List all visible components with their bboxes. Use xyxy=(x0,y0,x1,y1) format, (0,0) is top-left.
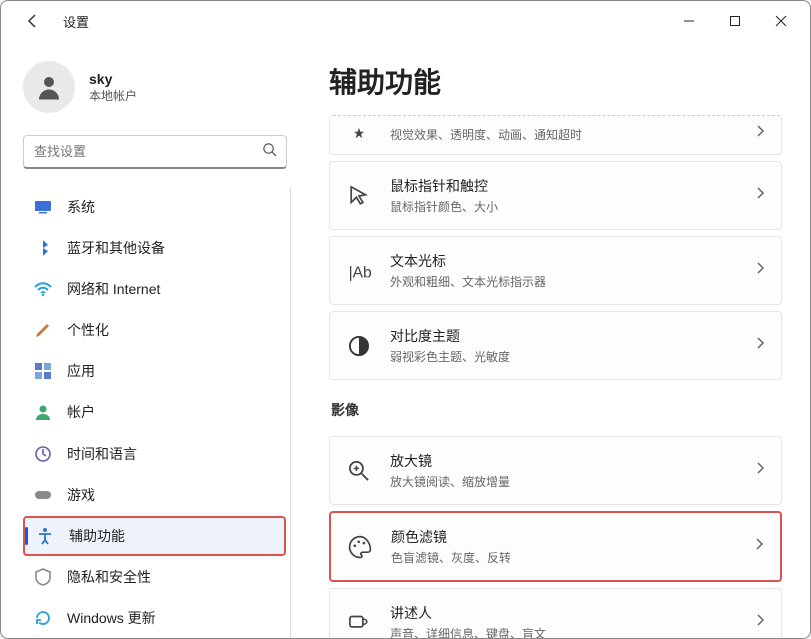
minimize-button[interactable] xyxy=(666,5,712,37)
user-subtitle: 本地帐户 xyxy=(89,87,137,104)
sidebar-item-label: 系统 xyxy=(67,197,95,217)
titlebar: 设置 xyxy=(1,1,810,41)
card-sub: 色盲滤镜、灰度、反转 xyxy=(391,549,754,566)
chevron-right-icon xyxy=(755,261,765,280)
card-text-cursor[interactable]: |Ab 文本光标 外观和粗细、文本光标指示器 xyxy=(329,236,782,305)
sidebar-item-label: 游戏 xyxy=(67,485,95,505)
user-block[interactable]: sky 本地帐户 xyxy=(23,53,291,129)
sidebar: sky 本地帐户 系统 蓝牙和其他设备 xyxy=(1,41,301,638)
card-title: 对比度主题 xyxy=(390,326,755,346)
narrator-icon xyxy=(346,610,372,636)
update-icon xyxy=(33,608,53,628)
clock-globe-icon xyxy=(33,444,53,464)
sidebar-item-gaming[interactable]: 游戏 xyxy=(23,475,286,514)
close-icon xyxy=(775,15,787,27)
card-title: 颜色滤镜 xyxy=(391,527,754,547)
avatar xyxy=(23,61,75,113)
close-button[interactable] xyxy=(758,5,804,37)
sidebar-item-label: 个性化 xyxy=(67,320,109,340)
chevron-right-icon xyxy=(755,336,765,355)
sidebar-item-network[interactable]: 网络和 Internet xyxy=(23,269,286,308)
palette-icon xyxy=(347,534,373,560)
user-name: sky xyxy=(89,71,137,87)
card-sub: 声音、详细信息、键盘、盲文 xyxy=(390,625,755,638)
wifi-icon xyxy=(33,279,53,299)
card-contrast-themes[interactable]: 对比度主题 弱视彩色主题、光敏度 xyxy=(329,311,782,380)
main-content: 辅助功能 视觉效果、透明度、动画、通知超时 鼠标指针和触控 鼠标指针颜色、大小 xyxy=(301,41,810,638)
window-title: 设置 xyxy=(63,12,89,31)
card-sub: 视觉效果、透明度、动画、通知超时 xyxy=(390,126,755,143)
card-visual-effects-partial[interactable]: 视觉效果、透明度、动画、通知超时 xyxy=(329,115,782,155)
text-cursor-icon: |Ab xyxy=(346,258,372,284)
card-color-filters[interactable]: 颜色滤镜 色盲滤镜、灰度、反转 xyxy=(329,511,782,582)
sidebar-item-privacy[interactable]: 隐私和安全性 xyxy=(23,558,286,597)
mouse-pointer-icon xyxy=(346,183,372,209)
card-title: 讲述人 xyxy=(390,603,755,623)
sidebar-item-windows-update[interactable]: Windows 更新 xyxy=(23,599,286,638)
minimize-icon xyxy=(683,15,695,27)
sidebar-item-accounts[interactable]: 帐户 xyxy=(23,393,286,432)
maximize-icon xyxy=(729,15,741,27)
section-video: 影像 xyxy=(331,400,782,420)
sidebar-item-label: 辅助功能 xyxy=(69,526,125,546)
sidebar-item-bluetooth[interactable]: 蓝牙和其他设备 xyxy=(23,228,286,267)
back-arrow-icon xyxy=(25,13,41,29)
effects-icon xyxy=(346,120,372,146)
sidebar-item-label: 应用 xyxy=(67,361,95,381)
chevron-right-icon xyxy=(754,537,764,556)
card-title: 鼠标指针和触控 xyxy=(390,176,755,196)
card-narrator[interactable]: 讲述人 声音、详细信息、键盘、盲文 xyxy=(329,588,782,638)
apps-icon xyxy=(33,361,53,381)
card-title: 文本光标 xyxy=(390,251,755,271)
bluetooth-icon xyxy=(33,238,53,258)
sidebar-item-label: 隐私和安全性 xyxy=(67,567,151,587)
card-sub: 放大镜阅读、缩放增量 xyxy=(390,473,755,490)
card-sub: 弱视彩色主题、光敏度 xyxy=(390,348,755,365)
sidebar-item-system[interactable]: 系统 xyxy=(23,187,286,226)
search-input[interactable] xyxy=(23,135,287,169)
contrast-icon xyxy=(346,333,372,359)
card-sub: 外观和粗细、文本光标指示器 xyxy=(390,273,755,290)
card-sub: 鼠标指针颜色、大小 xyxy=(390,198,755,215)
chevron-right-icon xyxy=(755,124,765,143)
chevron-right-icon xyxy=(755,461,765,480)
nav: 系统 蓝牙和其他设备 网络和 Internet 个性化 应用 xyxy=(23,187,291,638)
page-title: 辅助功能 xyxy=(329,61,782,101)
sidebar-item-label: 帐户 xyxy=(67,402,95,422)
card-title: 放大镜 xyxy=(390,451,755,471)
sidebar-item-label: Windows 更新 xyxy=(67,608,156,628)
magnifier-icon xyxy=(346,458,372,484)
brush-icon xyxy=(33,320,53,340)
sidebar-item-label: 蓝牙和其他设备 xyxy=(67,238,165,258)
maximize-button[interactable] xyxy=(712,5,758,37)
chevron-right-icon xyxy=(755,613,765,632)
sidebar-item-time-language[interactable]: 时间和语言 xyxy=(23,434,286,473)
account-icon xyxy=(33,402,53,422)
card-magnifier[interactable]: 放大镜 放大镜阅读、缩放增量 xyxy=(329,436,782,505)
sidebar-item-personalization[interactable]: 个性化 xyxy=(23,311,286,350)
back-button[interactable] xyxy=(21,9,45,33)
card-mouse-pointer[interactable]: 鼠标指针和触控 鼠标指针颜色、大小 xyxy=(329,161,782,230)
sidebar-item-accessibility[interactable]: 辅助功能 xyxy=(23,516,286,555)
search-box xyxy=(23,135,287,169)
svg-text:|Ab: |Ab xyxy=(349,264,372,281)
chevron-right-icon xyxy=(755,186,765,205)
sidebar-item-label: 时间和语言 xyxy=(67,444,137,464)
gaming-icon xyxy=(33,485,53,505)
user-icon xyxy=(34,72,64,102)
search-icon xyxy=(262,142,277,162)
shield-icon xyxy=(33,567,53,587)
sidebar-item-apps[interactable]: 应用 xyxy=(23,352,286,391)
accessibility-icon xyxy=(35,526,55,546)
system-icon xyxy=(33,197,53,217)
sidebar-item-label: 网络和 Internet xyxy=(67,279,160,299)
